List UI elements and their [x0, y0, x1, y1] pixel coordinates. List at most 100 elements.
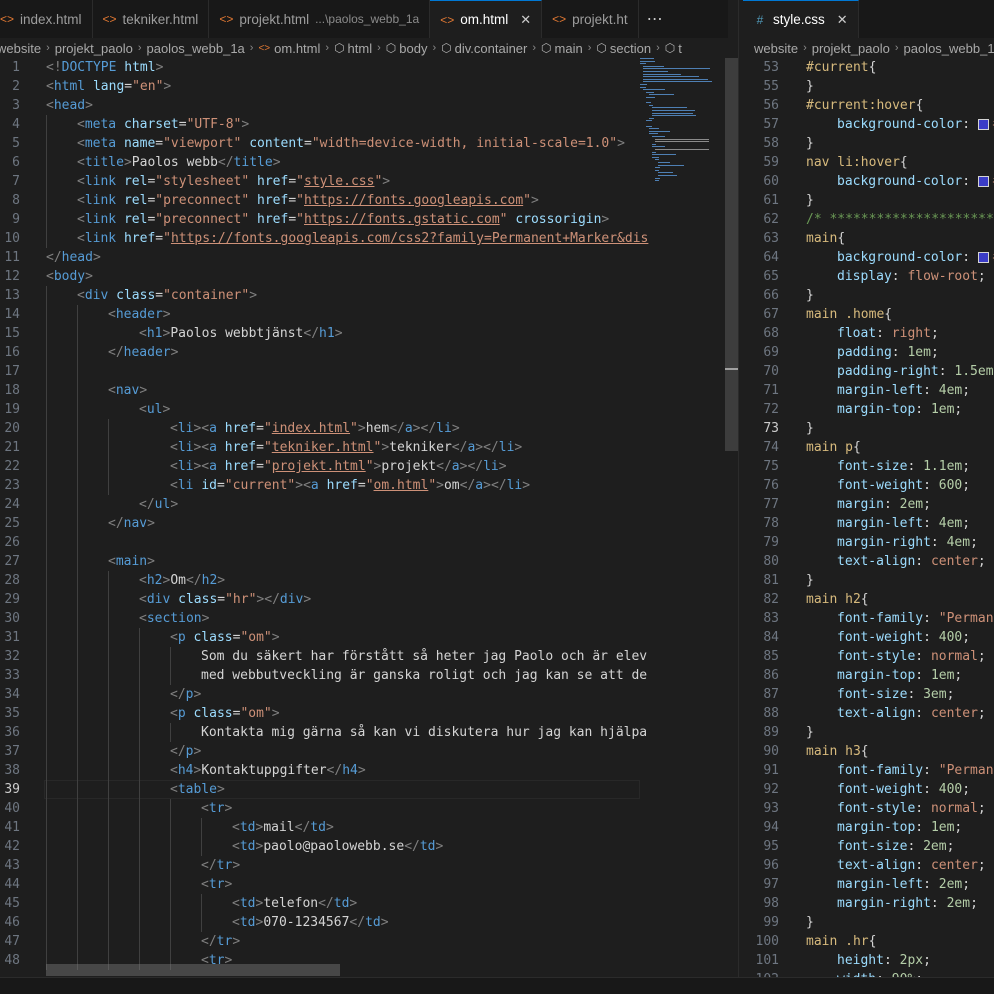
minimap-line [649, 117, 654, 119]
line-number: 30 [4, 611, 20, 626]
vertical-scrollbar[interactable] [725, 58, 738, 978]
code-line: 13 <div class="container"> [0, 286, 738, 305]
tab-projekt-ht[interactable]: <> projekt.ht [542, 0, 639, 38]
breadcrumb-item[interactable]: projekt_paolo [55, 41, 133, 56]
close-icon[interactable]: ✕ [520, 12, 531, 28]
tab-style-css[interactable]: # style.css ✕ [743, 0, 859, 38]
breadcrumb-item[interactable]: paolos_webb_1a [146, 41, 244, 56]
element-symbol-icon: ⬡ [541, 41, 552, 55]
breadcrumb-item[interactable]: paolos_webb_1 [903, 41, 994, 56]
code-token: tr [208, 877, 225, 892]
minimap-line [643, 71, 668, 72]
minimap-line [658, 172, 674, 174]
indent-guide [77, 305, 78, 970]
color-swatch[interactable] [977, 176, 989, 187]
minimap-line [652, 107, 688, 109]
code-content: background-color: # [837, 115, 994, 134]
line-number: 43 [4, 858, 20, 873]
code-token: nav [123, 516, 148, 531]
code-token: < [232, 820, 240, 835]
breadcrumb-item[interactable]: website [754, 41, 798, 56]
code-line: 29 <div class="hr"></div> [0, 590, 738, 609]
code-token: om.html [373, 478, 429, 493]
code-line: 94 margin-top: 1em; [739, 818, 994, 837]
code-token: "viewport" [163, 136, 242, 151]
left-tab-bar: <> index.html <> tekniker.html <> projekt.htm… [0, 0, 728, 38]
code-token: < [170, 782, 178, 797]
close-icon[interactable]: ✕ [837, 12, 848, 28]
tab-projekt-html[interactable]: <> projekt.html ...\paolos_webb_1a [209, 0, 431, 38]
horizontal-scrollbar[interactable] [46, 964, 340, 976]
line-number: 40 [4, 801, 20, 816]
code-token: ; [962, 782, 971, 797]
code-content: main p{ [806, 438, 861, 457]
line-number: 36 [4, 725, 20, 740]
code-token: > [224, 801, 233, 816]
more-actions-icon[interactable]: ⋯ [639, 0, 671, 38]
code-line: 14 <header> [0, 305, 738, 324]
code-token: href [257, 193, 289, 208]
code-token: "hr" [225, 592, 257, 607]
code-token: < [108, 554, 116, 569]
line-number: 85 [763, 649, 779, 664]
code-token: href [257, 174, 289, 189]
code-token: < [201, 801, 209, 816]
breadcrumb-item[interactable]: <> om.html [258, 41, 320, 56]
code-token: > [85, 98, 93, 113]
line-number: 35 [4, 706, 20, 721]
code-token: display [837, 269, 892, 284]
code-token: 3em [923, 687, 947, 702]
breadcrumb-item[interactable]: website [0, 41, 41, 56]
line-number: 94 [763, 820, 779, 835]
code-content: <li id="current"><a href="om.html">om</a… [170, 476, 530, 495]
code-token: margin-left [837, 516, 924, 531]
color-swatch[interactable] [977, 119, 989, 130]
scrollbar-thumb[interactable] [725, 58, 738, 451]
code-line: 32 Som du säkert har förstått så heter ja… [0, 647, 738, 666]
code-token: : [962, 250, 978, 265]
html-code-editor[interactable]: 1 <!DOCTYPE html> 2 <html lang="en"> 3 <head>… [0, 58, 738, 978]
code-token: >< [193, 421, 210, 436]
breadcrumb-item[interactable]: ⬡ t [665, 41, 682, 56]
code-token: < [170, 763, 178, 778]
code-line: 10 <link href="https://fonts.googleapis.c… [0, 229, 738, 248]
breadcrumb-item[interactable]: ⬡ html [334, 41, 372, 56]
code-token: </ [217, 155, 234, 170]
minimap-line [652, 136, 666, 137]
breadcrumb-item[interactable]: ⬡ div.container [441, 41, 527, 56]
minimap-line [640, 84, 647, 85]
element-symbol-icon: ⬡ [334, 41, 345, 55]
code-content: <li><a href="projekt.html">projekt</a></… [170, 457, 507, 476]
code-token: : [915, 801, 931, 816]
code-token: ></ [475, 440, 499, 455]
code-line: 98 margin-right: 2em; [739, 894, 994, 913]
code-line: 33 med webbutveckling är ganska roligt oc… [0, 666, 738, 685]
tab-index-html[interactable]: <> index.html [0, 0, 93, 38]
code-token: { [868, 60, 877, 75]
code-token: </ [303, 326, 320, 341]
minimap[interactable] [640, 58, 724, 198]
code-token: 070-1234567 [263, 915, 350, 930]
code-token: href [224, 421, 257, 436]
code-token: > [349, 896, 358, 911]
code-content: #current:hover{ [806, 96, 923, 115]
line-number: 29 [4, 592, 20, 607]
css-code-editor[interactable]: 53 #current{55} 56 #current:hover{57 backgro… [739, 58, 994, 978]
breadcrumb-item[interactable]: ⬡ section [596, 41, 651, 56]
tab-om-html[interactable]: <> om.html ✕ [430, 0, 543, 38]
tab-tekniker-html[interactable]: <> tekniker.html [93, 0, 210, 38]
breadcrumb-item[interactable]: ⬡ body [386, 41, 428, 56]
breadcrumb-item[interactable]: ⬡ main [541, 41, 583, 56]
code-line: 81} [739, 571, 994, 590]
color-swatch[interactable] [977, 252, 989, 263]
code-token: > [334, 326, 343, 341]
code-token: } [806, 573, 814, 588]
code-content: nav li:hover{ [806, 153, 908, 172]
breadcrumb-item[interactable]: projekt_paolo [812, 41, 890, 56]
code-token: h4 [342, 763, 358, 778]
code-token: > [232, 934, 241, 949]
code-token: : [923, 478, 939, 493]
line-number: 22 [4, 459, 20, 474]
code-line: 37 </p> [0, 742, 738, 761]
code-token: a [475, 478, 484, 493]
